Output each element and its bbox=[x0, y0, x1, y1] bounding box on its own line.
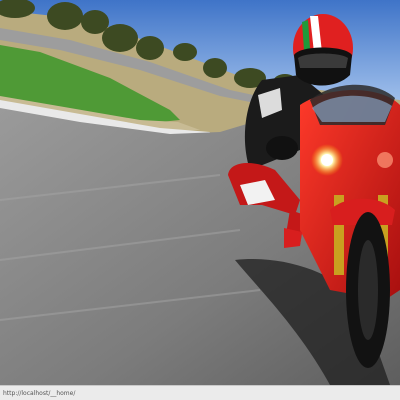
motorcycle-photo bbox=[0, 0, 400, 385]
status-url-text: http://localhost/__home/ bbox=[3, 389, 76, 397]
helmet-icon bbox=[293, 14, 353, 86]
browser-statusbar: http://localhost/__home/ bbox=[0, 385, 400, 400]
